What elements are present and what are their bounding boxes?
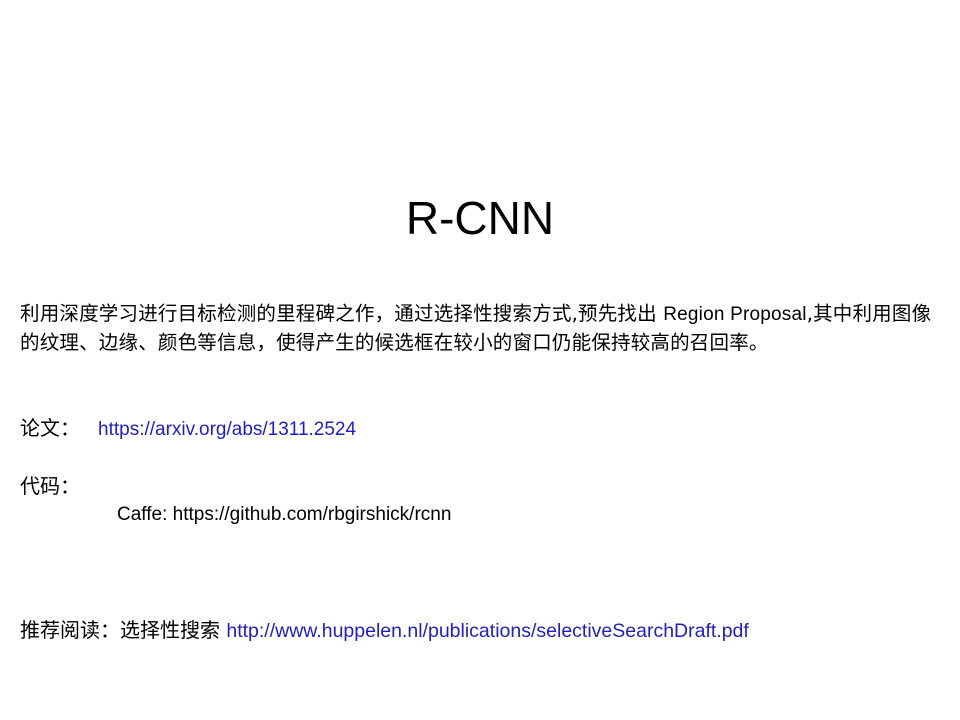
reading-label: 推荐阅读：选择性搜索 <box>20 618 227 642</box>
caffe-code-line: Caffe: https://github.com/rbgirshick/rcn… <box>117 504 452 525</box>
intro-text-part2: Region Proposal <box>663 304 807 325</box>
paper-link[interactable]: https://arxiv.org/abs/1311.2524 <box>98 419 356 440</box>
intro-text-part1: 利用深度学习进行目标检测的里程碑之作，通过选择性搜索方式,预先找出 <box>20 302 664 325</box>
code-row: 代码： <box>20 472 80 500</box>
recommended-reading-row: 推荐阅读：选择性搜索 http://www.huppelen.nl/public… <box>20 616 749 645</box>
reading-link[interactable]: http://www.huppelen.nl/publications/sele… <box>226 620 748 642</box>
code-label: 代码： <box>20 474 80 498</box>
slide-title: R-CNN <box>405 192 555 244</box>
intro-paragraph: 利用深度学习进行目标检测的里程碑之作，通过选择性搜索方式,预先找出 Region… <box>20 300 940 357</box>
slide: R-CNN 利用深度学习进行目标检测的里程碑之作，通过选择性搜索方式,预先找出 … <box>0 0 960 720</box>
paper-label: 论文： <box>20 416 80 440</box>
paper-row: 论文： https://arxiv.org/abs/1311.2524 <box>20 414 356 444</box>
